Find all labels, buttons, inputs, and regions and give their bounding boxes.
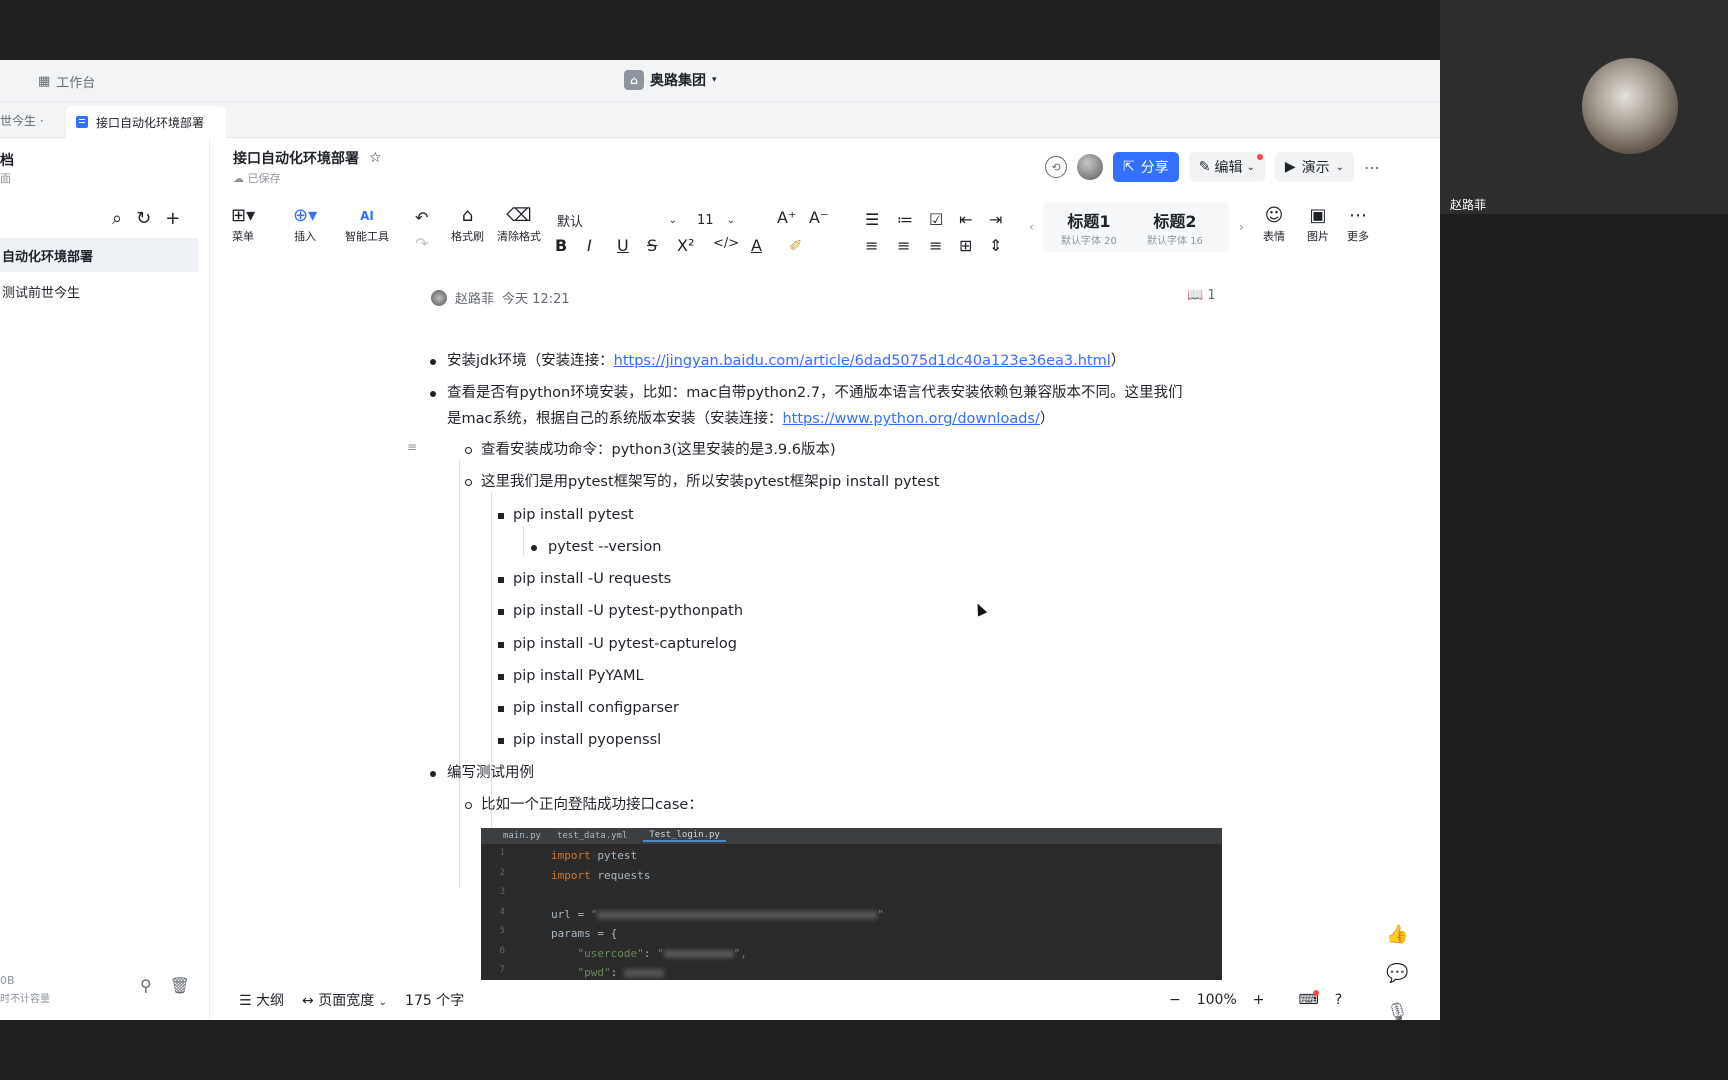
sidebar-item-label: 自动化环境部署 (2, 249, 94, 265)
line-gutter: 1 2 3 4 5 6 7 (481, 844, 511, 978)
line-number: 2 (499, 867, 505, 878)
participant-avatar (1582, 58, 1678, 154)
code-tab-active: Test_login.py (643, 830, 726, 842)
storage-note: 时不计容量 (0, 994, 50, 1005)
storage-size: 0B (0, 974, 15, 987)
tab-previous[interactable]: 世今生 · (0, 112, 44, 129)
search-icon[interactable]: ⌕ (112, 208, 122, 229)
tab-label: 接口自动化环境部署 (96, 115, 205, 130)
workspace-button[interactable]: ▦ 工作台 (38, 72, 95, 91)
list-item: pip install PyYAML (498, 668, 644, 684)
tree-icon[interactable]: ⚲ (140, 976, 152, 995)
outline-label: 大纲 (256, 993, 285, 1009)
grid-icon: ▦ (38, 74, 51, 89)
text: 是mac系统，根据自己的系统版本安装（安装连接： (447, 411, 783, 427)
video-panel: 赵路菲 (1440, 0, 1728, 214)
list-item: pip install -U requests (497, 571, 672, 587)
chevron-down-icon: ⌄ (378, 997, 388, 1008)
list-item: 编写测试用例 (430, 765, 534, 781)
text: ） (1110, 353, 1126, 369)
code-text: url = (551, 907, 591, 921)
code-keyword: import (551, 849, 591, 862)
participant-name: 赵路菲 (1450, 198, 1487, 212)
line-number: 3 (499, 887, 505, 897)
status-bar: ☰ 大纲 ↔ 页面宽度 ⌄ 175 个字 − 100% + ⌨ ? (211, 980, 1440, 1020)
outline-icon: ☰ (239, 993, 252, 1009)
list-item: 比如一个正向登陆成功接口case： (465, 797, 703, 813)
tab-active[interactable]: 接口自动化环境部署 (66, 106, 226, 138)
sidebar-item-label: 测试前世今生 (2, 285, 81, 301)
list-item: pytest --version (530, 539, 662, 555)
app-window: ▦ 工作台 ⌂ 奥路集团 ▾ 世今生 · 接口自动化环境部署 档 面 ⌕ ↻ + (0, 60, 1440, 1020)
doc-body[interactable]: 安装jdk环境（安装连接：https://jingyan.baidu.com/a… (211, 138, 1440, 1020)
add-icon[interactable]: + (165, 208, 180, 229)
line-number: 4 (499, 906, 505, 917)
refresh-icon[interactable]: ↻ (136, 208, 151, 229)
list-item: pip install pyopenssl (497, 732, 662, 748)
zoom-out-icon[interactable]: − (1169, 992, 1181, 1008)
list-item: pip install configparser (498, 700, 679, 716)
word-count: 175 个字 (405, 993, 465, 1009)
document-icon (76, 116, 88, 128)
document-main: 接口自动化环境部署 ☆ ☁ 已保存 ⟲ ⇱ 分享 ✎ 编辑 ⌄ ▶ 演示 ⌄ ⋯… (211, 138, 1440, 1020)
page-width-button[interactable]: ↔ 页面宽度 ⌄ (302, 990, 387, 1010)
indent-guide (523, 526, 524, 556)
line-number: 7 (499, 965, 505, 975)
code-tab: main.py (503, 831, 541, 841)
text: 安装jdk环境（安装连接： (447, 353, 614, 369)
line-number: 1 (499, 848, 505, 858)
sidebar: 档 面 ⌕ ↻ + 自动化环境部署 测试前世今生 0B 时不计容量 ⚲ 🗑 (0, 138, 210, 1020)
list-item: 查看是否有python环境安装，比如：mac自带python2.7，不通版本语言… (429, 383, 1183, 403)
help-icon[interactable]: ? (1335, 992, 1342, 1008)
text: 查看是否有python环境安装，比如：mac自带python2.7，不通版本语言… (447, 385, 1183, 401)
list-item: 安装jdk环境（安装连接：https://jingyan.baidu.com/a… (429, 351, 1126, 371)
link-jdk[interactable]: https://jingyan.baidu.com/article/6dad50… (614, 353, 1111, 369)
org-switcher[interactable]: ⌂ 奥路集团 ▾ (624, 70, 717, 90)
list-item: pip install -U pytest-pythonpath (497, 603, 744, 619)
sidebar-item-doc-1[interactable]: 自动化环境部署 (0, 238, 198, 272)
list-item-continued: 是mac系统，根据自己的系统版本安装（安装连接：https://www.pyth… (447, 409, 1054, 429)
notification-dot (1312, 990, 1319, 996)
top-bar: ▦ 工作台 ⌂ 奥路集团 ▾ (0, 60, 1440, 102)
screen-share-area: ▦ 工作台 ⌂ 奥路集团 ▾ 世今生 · 接口自动化环境部署 档 面 ⌕ ↻ + (0, 0, 1440, 1080)
sidebar-item-doc-2[interactable]: 测试前世今生 (0, 274, 198, 308)
indent-guide (459, 460, 460, 888)
code-lines: import pytest import requests url = " " p… (551, 849, 884, 979)
line-number: 6 (499, 945, 505, 956)
line-number: 5 (499, 926, 505, 936)
org-name: 奥路集团 (650, 73, 706, 89)
workspace-label: 工作台 (56, 76, 96, 91)
code-tabs: main.py test_data.yml Test_login.py (481, 828, 1222, 844)
code-keyword: import (551, 868, 591, 882)
org-icon: ⌂ (624, 70, 644, 90)
code-text: requests (597, 868, 651, 882)
code-text: pytest (597, 849, 638, 862)
thumbs-up-icon[interactable]: 👍 (1386, 924, 1409, 945)
code-screenshot[interactable]: main.py test_data.yml Test_login.py 1 2 … (481, 828, 1222, 980)
link-python[interactable]: https://www.python.org/downloads/ (782, 411, 1039, 427)
list-item: 这里我们是用pytest框架写的，所以安装pytest框架pip install… (464, 474, 940, 490)
list-item: pip install pytest (498, 507, 634, 523)
outline-button[interactable]: ☰ 大纲 (239, 990, 284, 1010)
width-icon: ↔ (302, 993, 314, 1009)
code-text: params = { (551, 927, 618, 940)
trash-icon[interactable]: 🗑 (170, 976, 190, 995)
text: ） (1039, 411, 1055, 427)
sidebar-subtitle: 面 (0, 172, 11, 185)
code-tab: test_data.yml (556, 831, 628, 841)
keyboard-icon[interactable]: ⌨ (1299, 990, 1319, 1008)
zoom-in-icon[interactable]: + (1253, 992, 1265, 1008)
list-item: pip install -U pytest-capturelog (498, 636, 737, 652)
sidebar-title: 档 (0, 153, 14, 169)
code-string: "pwd" (577, 966, 611, 979)
list-item: 查看安装成功命令：python3(这里安装的是3.9.6版本) (465, 442, 836, 458)
caret-down-icon: ▾ (712, 75, 717, 85)
page-width-label: 页面宽度 (318, 993, 375, 1009)
zoom-level[interactable]: 100% (1197, 992, 1237, 1008)
code-string: "usercode" (577, 946, 644, 960)
drag-handle-icon[interactable]: ≡ (407, 440, 417, 454)
tab-bar: 世今生 · 接口自动化环境部署 (0, 102, 1440, 138)
